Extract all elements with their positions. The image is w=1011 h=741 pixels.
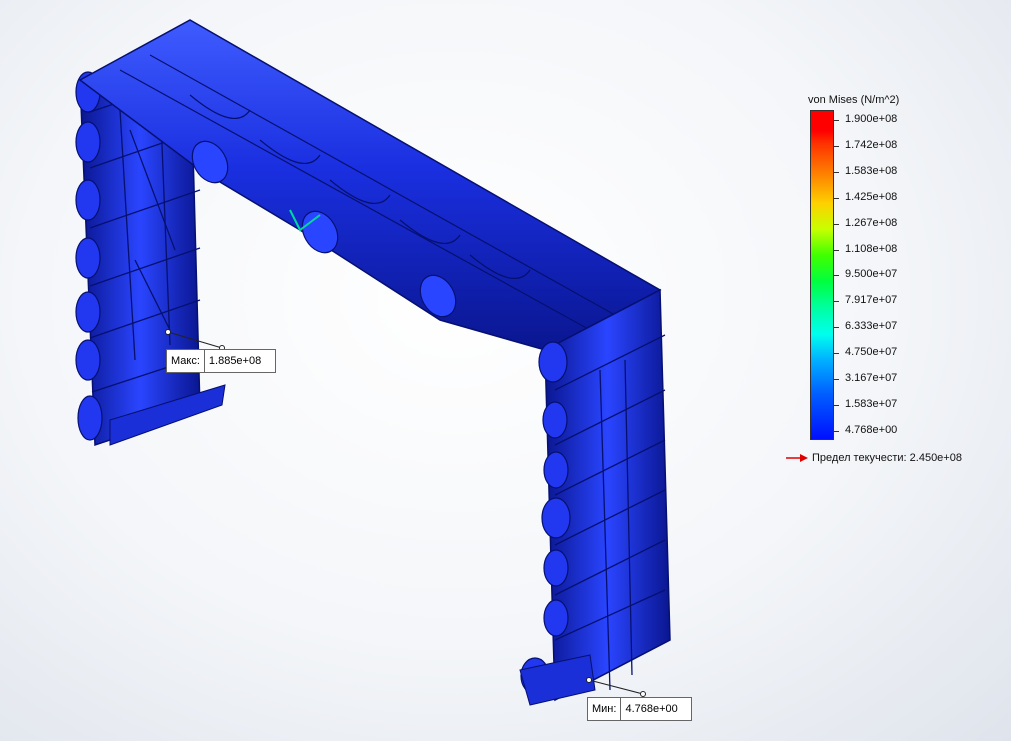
- legend-tick-label: 4.750e+07: [845, 346, 898, 359]
- legend-tick-label: 1.108e+08: [845, 242, 898, 255]
- legend-tick-mark: [833, 171, 839, 173]
- right-leg: [519, 288, 671, 706]
- min-probe-value: 4.768e+00: [625, 703, 678, 715]
- legend-tick-label: 4.768e+00: [845, 423, 898, 436]
- yield-strength-label: Предел текучести: 2.450e+08: [812, 452, 962, 464]
- legend-tick-mark: [833, 275, 839, 277]
- legend-tick-mark: [833, 223, 839, 225]
- legend-tick-mark: [833, 145, 839, 147]
- legend-tick-mark: [833, 249, 839, 251]
- legend-tick-mark: [833, 327, 839, 329]
- legend-tick-label: 1.900e+08: [845, 113, 898, 125]
- legend-colorbar: [810, 110, 834, 440]
- legend-tick-label: 1.742e+08: [845, 138, 898, 151]
- max-probe-caption: Макс:: [167, 350, 205, 372]
- legend-tick-mark: [833, 404, 839, 406]
- legend-tick-label: 6.333e+07: [845, 320, 898, 333]
- legend-tick-mark: [833, 353, 839, 355]
- legend-tick-label: 7.917e+07: [845, 294, 898, 307]
- arrow-right-icon: [786, 454, 808, 462]
- legend-tick-label: 9.500e+07: [845, 268, 898, 281]
- min-probe-caption: Мин:: [588, 698, 622, 720]
- legend-tick-mark: [833, 197, 839, 199]
- legend-tick-label: 1.425e+08: [845, 190, 898, 203]
- legend-tick-mark: [833, 379, 839, 380]
- legend-tick-mark: [833, 120, 839, 121]
- legend-tick-label: 1.267e+08: [845, 216, 898, 229]
- min-probe-label[interactable]: Мин: 4.768e+00: [587, 697, 693, 721]
- legend-tick-mark: [833, 430, 839, 432]
- legend-tick-label: 1.583e+08: [845, 164, 898, 177]
- max-probe-label[interactable]: Макс: 1.885e+08: [166, 349, 276, 373]
- yield-strength-indicator: Предел текучести: 2.450e+08: [786, 452, 962, 464]
- legend-title: von Mises (N/m^2): [808, 94, 900, 106]
- legend-tick-mark: [833, 301, 839, 303]
- model-viewport[interactable]: [0, 0, 1011, 741]
- max-probe-value: 1.885e+08: [208, 355, 262, 367]
- legend-tick-label: 1.583e+07: [845, 397, 898, 410]
- legend-tick-label: 3.167e+07: [845, 372, 898, 384]
